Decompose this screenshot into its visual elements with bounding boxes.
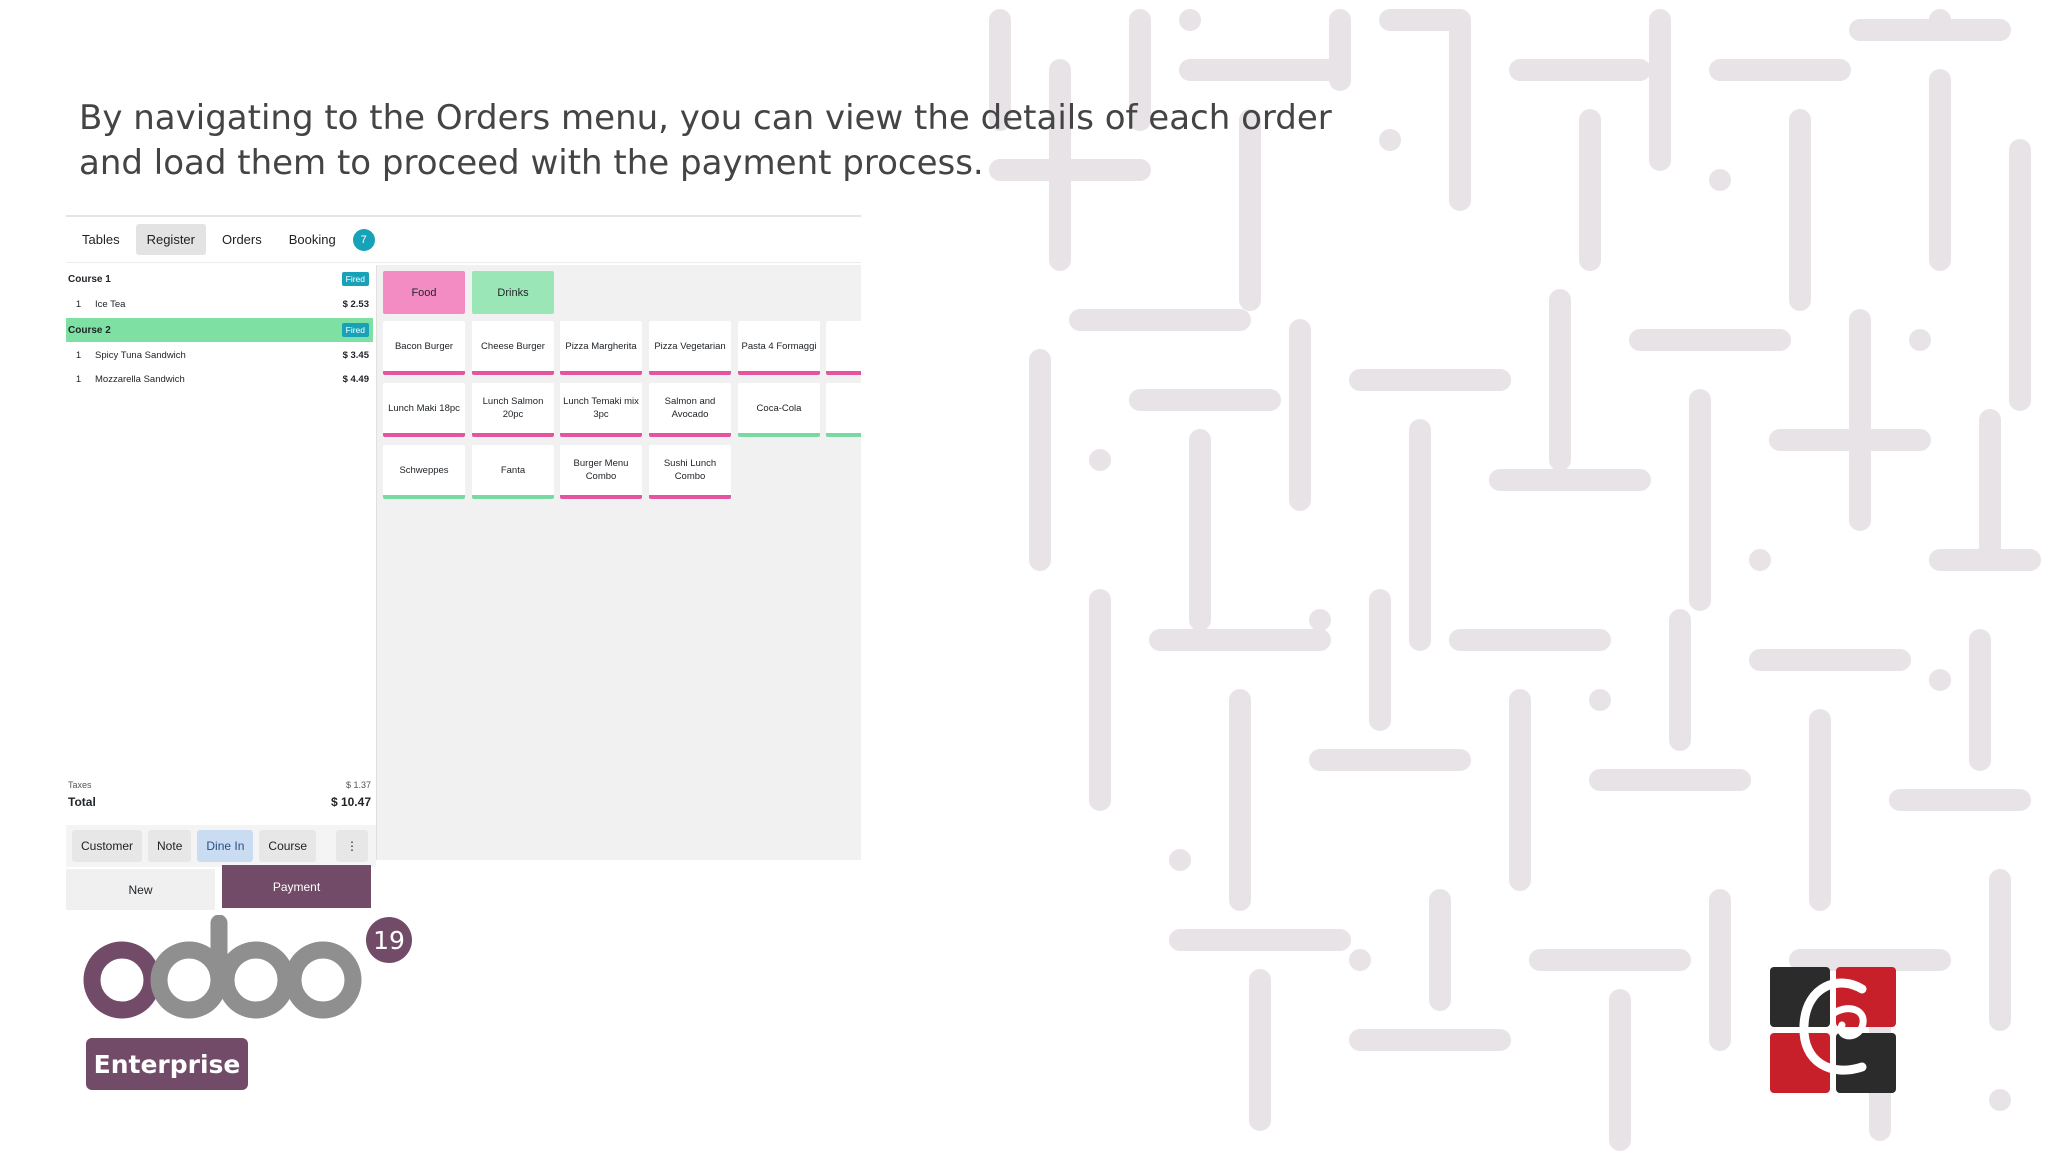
line-price: $ 3.45 <box>342 349 369 361</box>
status-badge: Fired <box>341 272 369 286</box>
new-order-button[interactable]: New <box>66 869 215 910</box>
product-card[interactable]: F <box>826 321 861 375</box>
product-card[interactable]: Schweppes <box>383 445 465 499</box>
booking-count-badge: 7 <box>352 228 375 251</box>
tab-tables[interactable]: Tables <box>71 224 131 255</box>
taxes-row: Taxes $ 1.37 <box>68 780 371 790</box>
course-label: Course 1 <box>68 273 111 285</box>
product-card[interactable]: Bacon Burger <box>383 321 465 375</box>
product-card[interactable]: Coca-Cola <box>738 383 820 437</box>
order-line[interactable]: 1 Mozzarella Sandwich $ 4.49 <box>66 368 373 390</box>
dine-in-button[interactable]: Dine In <box>197 830 254 862</box>
slide-caption: By navigating to the Orders menu, you ca… <box>79 98 1332 183</box>
line-qty: 1 <box>75 349 82 361</box>
more-options-icon[interactable]: ⋮ <box>336 830 368 862</box>
product-card[interactable]: Lunch Salmon 20pc <box>472 383 554 437</box>
order-panel: Course 1 Fired 1 Ice Tea $ 2.53 Course 2… <box>66 265 377 910</box>
order-line[interactable]: 1 Ice Tea $ 2.53 <box>66 293 373 315</box>
pos-screenshot: Tables Register Orders Booking 7 Course … <box>66 215 861 910</box>
product-card[interactable]: W <box>826 383 861 437</box>
cybrosys-logo <box>1770 967 1896 1093</box>
enterprise-badge: Enterprise <box>86 1038 248 1090</box>
product-card[interactable]: Sushi Lunch Combo <box>649 445 731 499</box>
payment-button[interactable]: Payment <box>222 865 371 908</box>
product-panel: Food Drinks Bacon Burger Cheese Burger P… <box>377 265 861 860</box>
taxes-label: Taxes <box>68 780 92 790</box>
version-badge: 19 <box>373 926 405 955</box>
course-button[interactable]: Course <box>259 830 317 862</box>
product-card[interactable]: Fanta <box>472 445 554 499</box>
category-drinks[interactable]: Drinks <box>472 271 554 314</box>
product-card[interactable]: Pizza Vegetarian <box>649 321 731 375</box>
note-button[interactable]: Note <box>148 830 192 862</box>
odoo-logo: 19 <box>83 915 412 1019</box>
product-card[interactable]: Burger Menu Combo <box>560 445 642 499</box>
tab-booking[interactable]: Booking <box>278 224 347 255</box>
product-card[interactable]: Cheese Burger <box>472 321 554 375</box>
status-badge: Fired <box>341 323 369 337</box>
order-line[interactable]: 1 Spicy Tuna Sandwich $ 3.45 <box>66 344 373 366</box>
category-food[interactable]: Food <box>383 271 465 314</box>
product-card[interactable]: Pizza Margherita <box>560 321 642 375</box>
line-name: Mozzarella Sandwich <box>95 373 185 385</box>
product-card[interactable]: Lunch Temaki mix 3pc <box>560 383 642 437</box>
product-card[interactable]: Pasta 4 Formaggi <box>738 321 820 375</box>
line-price: $ 4.49 <box>342 373 369 385</box>
product-card[interactable]: Salmon and Avocado <box>649 383 731 437</box>
taxes-value: $ 1.37 <box>345 780 371 790</box>
line-name: Ice Tea <box>95 298 126 310</box>
total-value: $ 10.47 <box>330 795 371 809</box>
pos-navbar: Tables Register Orders Booking 7 <box>66 217 861 263</box>
course-header-selected[interactable]: Course 2 Fired <box>66 318 373 342</box>
total-row: Total $ 10.47 <box>68 795 371 809</box>
total-label: Total <box>68 795 96 809</box>
tab-orders[interactable]: Orders <box>211 224 273 255</box>
tab-register[interactable]: Register <box>135 224 206 255</box>
course-header[interactable]: Course 1 Fired <box>66 267 373 291</box>
line-name: Spicy Tuna Sandwich <box>95 349 186 361</box>
customer-button[interactable]: Customer <box>72 830 143 862</box>
line-qty: 1 <box>75 298 82 310</box>
line-qty: 1 <box>75 373 82 385</box>
course-label: Course 2 <box>68 324 111 336</box>
product-card[interactable]: Lunch Maki 18pc <box>383 383 465 437</box>
line-price: $ 2.53 <box>342 298 369 310</box>
order-actions-bar: Customer Note Dine In Course ⋮ <box>66 825 376 867</box>
